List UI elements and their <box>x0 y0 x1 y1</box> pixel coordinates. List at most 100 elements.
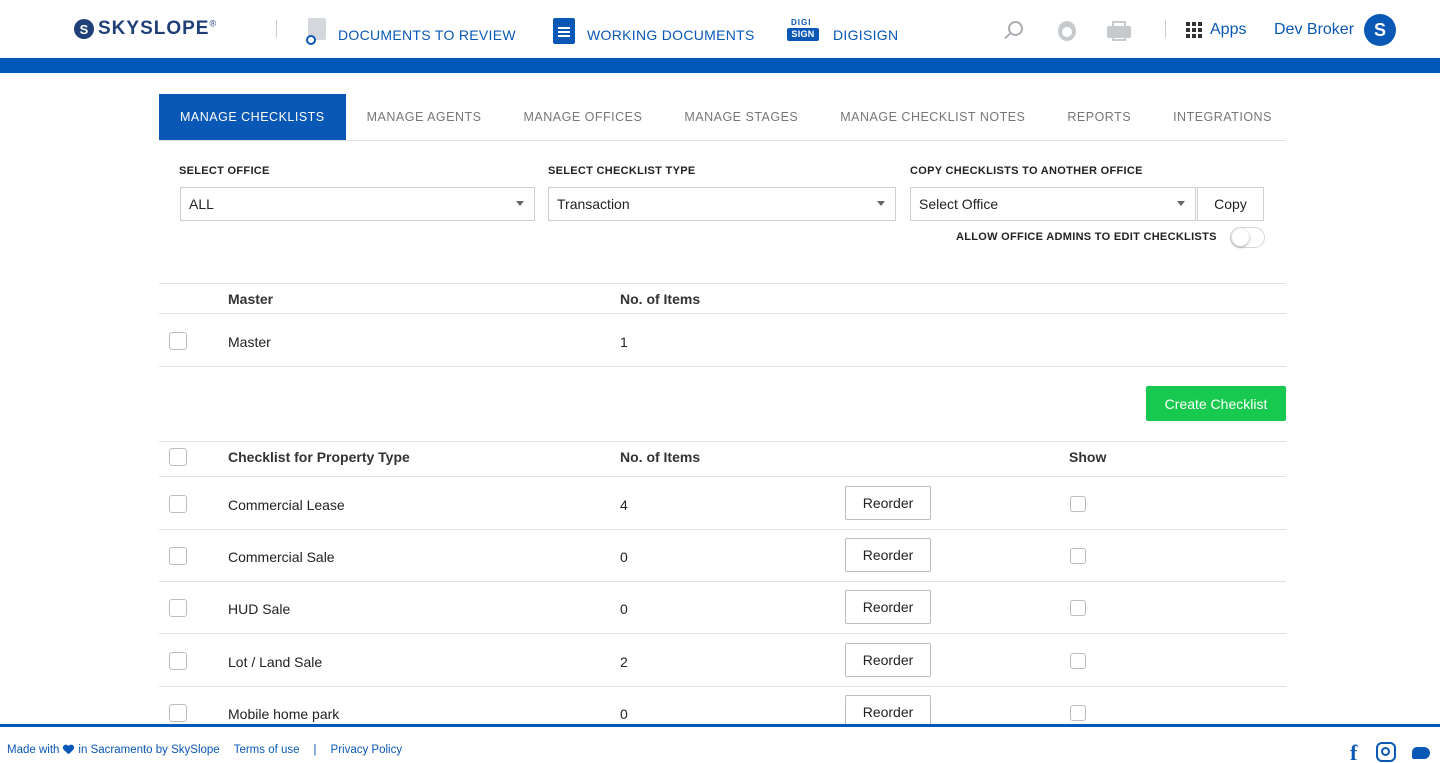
nav-working-documents-label: WORKING DOCUMENTS <box>587 27 755 43</box>
documents-review-icon <box>306 18 326 45</box>
copy-office-dropdown[interactable]: Select Office <box>910 187 1196 221</box>
copy-button[interactable]: Copy <box>1197 187 1264 221</box>
tab-reports[interactable]: REPORTS <box>1046 94 1152 140</box>
allow-admins-edit-toggle[interactable] <box>1230 227 1265 248</box>
table-divider <box>159 283 1286 284</box>
table-divider <box>159 313 1286 314</box>
reorder-button[interactable]: Reorder <box>845 590 931 624</box>
apps-menu[interactable]: Apps <box>1186 21 1246 39</box>
row-name: Lot / Land Sale <box>228 654 323 670</box>
row-count: 2 <box>620 654 628 670</box>
agent-icon[interactable] <box>1056 20 1078 42</box>
reorder-button[interactable]: Reorder <box>845 538 931 572</box>
user-menu[interactable]: Dev Broker S <box>1274 14 1397 46</box>
show-header: Show <box>1069 449 1107 465</box>
row-count: 0 <box>620 549 628 565</box>
table-divider <box>159 581 1286 582</box>
chevron-down-icon <box>516 201 524 206</box>
row-checkbox[interactable] <box>169 547 187 565</box>
working-documents-icon <box>553 18 575 44</box>
row-checkbox[interactable] <box>169 704 187 722</box>
create-checklist-button[interactable]: Create Checklist <box>1146 386 1286 421</box>
privacy-policy-link[interactable]: Privacy Policy <box>331 744 403 756</box>
nav-documents-to-review[interactable]: DOCUMENTS TO REVIEW <box>306 18 516 45</box>
select-all-checkbox[interactable] <box>169 448 187 466</box>
tab-manage-agents[interactable]: MANAGE AGENTS <box>346 94 503 140</box>
row-checkbox[interactable] <box>169 599 187 617</box>
registered-mark: ® <box>209 18 218 29</box>
tab-integrations[interactable]: INTEGRATIONS <box>1152 94 1293 140</box>
table-divider <box>159 633 1286 634</box>
tab-bar: MANAGE CHECKLISTS MANAGE AGENTS MANAGE O… <box>159 94 1286 141</box>
select-office-label: SELECT OFFICE <box>179 165 270 177</box>
header-divider <box>276 20 277 38</box>
avatar: S <box>1364 14 1397 46</box>
row-name: Mobile home park <box>228 706 340 722</box>
property-type-header: Checklist for Property Type <box>228 449 410 465</box>
toggle-knob <box>1232 229 1249 246</box>
row-checkbox[interactable] <box>169 652 187 670</box>
header-accent-bar <box>0 58 1440 73</box>
show-checkbox[interactable] <box>1070 600 1086 616</box>
table-divider <box>159 441 1286 442</box>
select-checklist-type-dropdown[interactable]: Transaction <box>548 187 896 221</box>
table-divider <box>159 686 1286 687</box>
tab-manage-checklist-notes[interactable]: MANAGE CHECKLIST NOTES <box>819 94 1046 140</box>
row-count: 0 <box>620 706 628 722</box>
nav-digisign-label: DIGISIGN <box>833 27 899 43</box>
row-checkbox[interactable] <box>169 495 187 513</box>
reorder-button[interactable]: Reorder <box>845 643 931 677</box>
footer: Made with in Sacramento by SkySlope Term… <box>0 724 1440 763</box>
printer-icon[interactable] <box>1107 20 1131 42</box>
show-checkbox[interactable] <box>1070 548 1086 564</box>
master-row-checkbox[interactable] <box>169 332 187 350</box>
select-office-dropdown[interactable]: ALL <box>180 187 535 221</box>
skyslope-logo[interactable]: S SKYSLOPE® <box>74 18 217 40</box>
copy-checklists-label: COPY CHECKLISTS TO ANOTHER OFFICE <box>910 165 1143 177</box>
chevron-down-icon <box>1177 201 1185 206</box>
select-checklist-type-value: Transaction <box>557 196 630 212</box>
allow-admins-edit-label: ALLOW OFFICE ADMINS TO EDIT CHECKLISTS <box>956 231 1217 243</box>
show-checkbox[interactable] <box>1070 705 1086 721</box>
select-checklist-type-label: SELECT CHECKLIST TYPE <box>548 165 696 177</box>
search-icon[interactable] <box>1003 20 1025 42</box>
skyslope-logo-icon: S <box>74 19 94 39</box>
nav-digisign[interactable]: DIGI SIGN DIGISIGN <box>787 18 898 44</box>
nav-documents-to-review-label: DOCUMENTS TO REVIEW <box>338 27 516 43</box>
master-header: Master <box>228 291 274 307</box>
reorder-button[interactable]: Reorder <box>845 486 931 520</box>
master-count-header: No. of Items <box>620 291 701 307</box>
copy-office-value: Select Office <box>919 196 999 212</box>
row-name: Commercial Lease <box>228 497 345 513</box>
apps-label: Apps <box>1210 21 1247 38</box>
chevron-down-icon <box>877 201 885 206</box>
tab-manage-checklists[interactable]: MANAGE CHECKLISTS <box>159 94 346 140</box>
tab-manage-offices[interactable]: MANAGE OFFICES <box>503 94 664 140</box>
nav-working-documents[interactable]: WORKING DOCUMENTS <box>553 18 755 44</box>
select-office-value: ALL <box>189 196 214 212</box>
instagram-icon[interactable] <box>1376 742 1396 762</box>
footer-location-text: in Sacramento by SkySlope <box>78 744 220 756</box>
table-divider <box>159 529 1286 530</box>
row-name: Commercial Sale <box>228 549 335 565</box>
top-header: S SKYSLOPE® DOCUMENTS TO REVIEW WORKING … <box>0 0 1440 58</box>
row-count: 0 <box>620 601 628 617</box>
table-divider <box>159 476 1286 477</box>
row-count: 4 <box>620 497 628 513</box>
twitter-icon[interactable] <box>1410 743 1432 761</box>
table-divider <box>159 366 1286 367</box>
logo-text: SKYSLOPE <box>98 18 210 39</box>
facebook-icon[interactable]: f <box>1350 740 1357 763</box>
terms-of-use-link[interactable]: Terms of use <box>234 744 300 756</box>
apps-grid-icon <box>1186 22 1202 38</box>
master-row-name: Master <box>228 334 271 350</box>
master-row-count: 1 <box>620 334 628 350</box>
show-checkbox[interactable] <box>1070 653 1086 669</box>
user-name: Dev Broker <box>1274 21 1355 38</box>
made-with-text: Made with <box>7 744 60 756</box>
heart-icon <box>63 745 74 755</box>
header-divider-right <box>1165 20 1166 38</box>
tab-manage-stages[interactable]: MANAGE STAGES <box>663 94 819 140</box>
property-count-header: No. of Items <box>620 449 701 465</box>
show-checkbox[interactable] <box>1070 496 1086 512</box>
